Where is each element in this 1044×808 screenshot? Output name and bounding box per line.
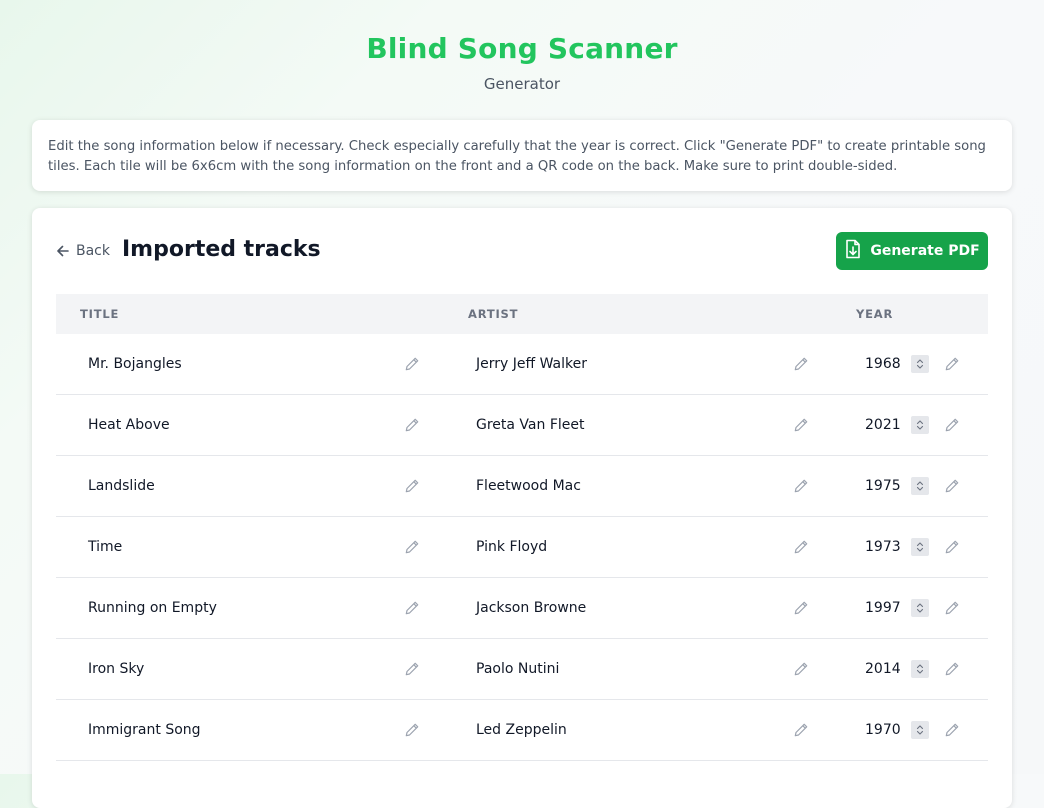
title-cell[interactable]: Immigrant Song: [88, 722, 201, 738]
table-row: Landslide Fleetwood Mac 1975: [56, 456, 988, 517]
edit-year-pencil-icon[interactable]: [944, 600, 960, 616]
edit-title-pencil-icon[interactable]: [404, 356, 420, 372]
artist-cell[interactable]: Jerry Jeff Walker: [476, 356, 587, 372]
edit-artist-pencil-icon[interactable]: [793, 539, 809, 555]
artist-cell[interactable]: Paolo Nutini: [476, 661, 559, 677]
edit-title-pencil-icon[interactable]: [404, 539, 420, 555]
artist-cell[interactable]: Fleetwood Mac: [476, 478, 581, 494]
app-subtitle: Generator: [483, 75, 561, 93]
edit-artist-pencil-icon[interactable]: [793, 417, 809, 433]
column-header-year: YEAR: [856, 307, 894, 321]
file-download-icon: [844, 239, 862, 263]
title-cell[interactable]: Landslide: [88, 478, 155, 494]
title-cell[interactable]: Heat Above: [88, 417, 170, 433]
year-cell[interactable]: 2021: [865, 417, 901, 433]
generate-pdf-button[interactable]: Generate PDF: [836, 232, 988, 270]
table-row: Time Pink Floyd 1973: [56, 517, 988, 578]
year-spinner-icon[interactable]: [911, 416, 929, 434]
instructions-card: Edit the song information below if neces…: [32, 120, 1012, 191]
edit-year-pencil-icon[interactable]: [944, 539, 960, 555]
edit-artist-pencil-icon[interactable]: [793, 356, 809, 372]
artist-cell[interactable]: Pink Floyd: [476, 539, 547, 555]
edit-artist-pencil-icon[interactable]: [793, 600, 809, 616]
year-spinner-icon[interactable]: [911, 477, 929, 495]
tracks-table-body: Mr. Bojangles Jerry Jeff Walker 1968 Hea…: [56, 334, 988, 761]
edit-title-pencil-icon[interactable]: [404, 417, 420, 433]
edit-title-pencil-icon[interactable]: [404, 661, 420, 677]
instructions-text: Edit the song information below if neces…: [48, 139, 986, 174]
app-title: Blind Song Scanner: [366, 32, 678, 65]
year-spinner-icon[interactable]: [911, 721, 929, 739]
edit-title-pencil-icon[interactable]: [404, 600, 420, 616]
edit-title-pencil-icon[interactable]: [404, 478, 420, 494]
year-cell[interactable]: 1975: [865, 478, 901, 494]
edit-artist-pencil-icon[interactable]: [793, 478, 809, 494]
title-cell[interactable]: Running on Empty: [88, 600, 217, 616]
edit-artist-pencil-icon[interactable]: [793, 722, 809, 738]
back-button[interactable]: Back: [56, 243, 110, 259]
artist-cell[interactable]: Jackson Browne: [476, 600, 586, 616]
table-row: Immigrant Song Led Zeppelin 1970: [56, 700, 988, 761]
edit-year-pencil-icon[interactable]: [944, 417, 960, 433]
table-row: Heat Above Greta Van Fleet 2021: [56, 395, 988, 456]
edit-year-pencil-icon[interactable]: [944, 356, 960, 372]
year-cell[interactable]: 1968: [865, 356, 901, 372]
artist-cell[interactable]: Led Zeppelin: [476, 722, 567, 738]
arrow-left-icon: [56, 244, 70, 258]
year-cell[interactable]: 1997: [865, 600, 901, 616]
column-header-title: TITLE: [80, 307, 120, 321]
edit-title-pencil-icon[interactable]: [404, 722, 420, 738]
title-cell[interactable]: Time: [88, 539, 122, 555]
edit-artist-pencil-icon[interactable]: [793, 661, 809, 677]
title-cell[interactable]: Iron Sky: [88, 661, 144, 677]
table-header: TITLE ARTIST YEAR: [56, 294, 988, 334]
table-row: Mr. Bojangles Jerry Jeff Walker 1968: [56, 334, 988, 395]
year-cell[interactable]: 2014: [865, 661, 901, 677]
year-spinner-icon[interactable]: [911, 599, 929, 617]
year-spinner-icon[interactable]: [911, 660, 929, 678]
table-row: Running on Empty Jackson Browne 1997: [56, 578, 988, 639]
column-header-artist: ARTIST: [468, 307, 519, 321]
year-spinner-icon[interactable]: [911, 355, 929, 373]
edit-year-pencil-icon[interactable]: [944, 661, 960, 677]
artist-cell[interactable]: Greta Van Fleet: [476, 417, 584, 433]
back-label: Back: [76, 243, 110, 259]
year-cell[interactable]: 1970: [865, 722, 901, 738]
year-cell[interactable]: 1973: [865, 539, 901, 555]
generate-pdf-label: Generate PDF: [870, 243, 980, 259]
edit-year-pencil-icon[interactable]: [944, 478, 960, 494]
tracks-card: Back Imported tracks Generate PDF TITLE …: [32, 208, 1012, 808]
section-title: Imported tracks: [122, 237, 321, 262]
table-row: Iron Sky Paolo Nutini 2014: [56, 639, 988, 700]
year-spinner-icon[interactable]: [911, 538, 929, 556]
edit-year-pencil-icon[interactable]: [944, 722, 960, 738]
title-cell[interactable]: Mr. Bojangles: [88, 356, 182, 372]
